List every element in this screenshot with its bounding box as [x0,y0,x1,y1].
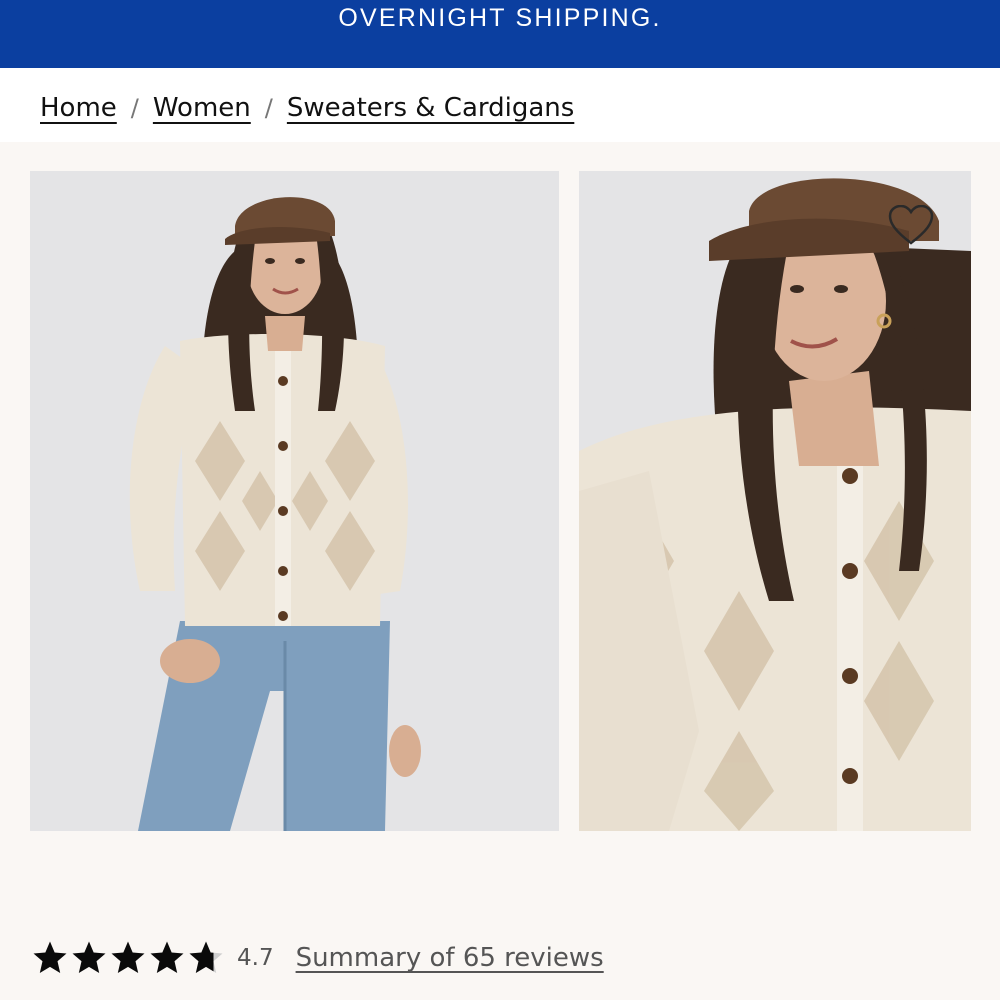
breadcrumb-separator: / [130,94,139,122]
star-partial-icon [189,941,223,973]
product-rating: 4.7 Summary of 65 reviews [32,933,604,983]
star-filled-icon [111,941,145,973]
product-image-front[interactable] [30,171,559,831]
reviews-summary-link[interactable]: Summary of 65 reviews [296,943,604,973]
heart-outline-icon [888,205,934,245]
product-image-closeup[interactable] [579,171,971,831]
breadcrumb: Home / Women / Sweaters & Cardigans [40,88,574,128]
star-filled-icon [72,941,106,973]
breadcrumb-separator: / [264,94,273,122]
model-closeup-photo [579,171,971,831]
star-filled-icon [33,941,67,973]
breadcrumb-sweaters-cardigans[interactable]: Sweaters & Cardigans [287,93,574,123]
rating-value: 4.7 [237,945,274,971]
model-full-photo [30,171,559,831]
breadcrumb-home[interactable]: Home [40,93,117,123]
promo-banner[interactable]: OVERNIGHT SHIPPING. [0,0,1000,68]
promo-text: OVERNIGHT SHIPPING. [338,4,662,32]
product-gallery [0,142,1000,1000]
favorite-button[interactable] [887,205,935,247]
breadcrumb-women[interactable]: Women [153,93,251,123]
star-filled-icon [150,941,184,973]
star-rating [32,940,227,976]
